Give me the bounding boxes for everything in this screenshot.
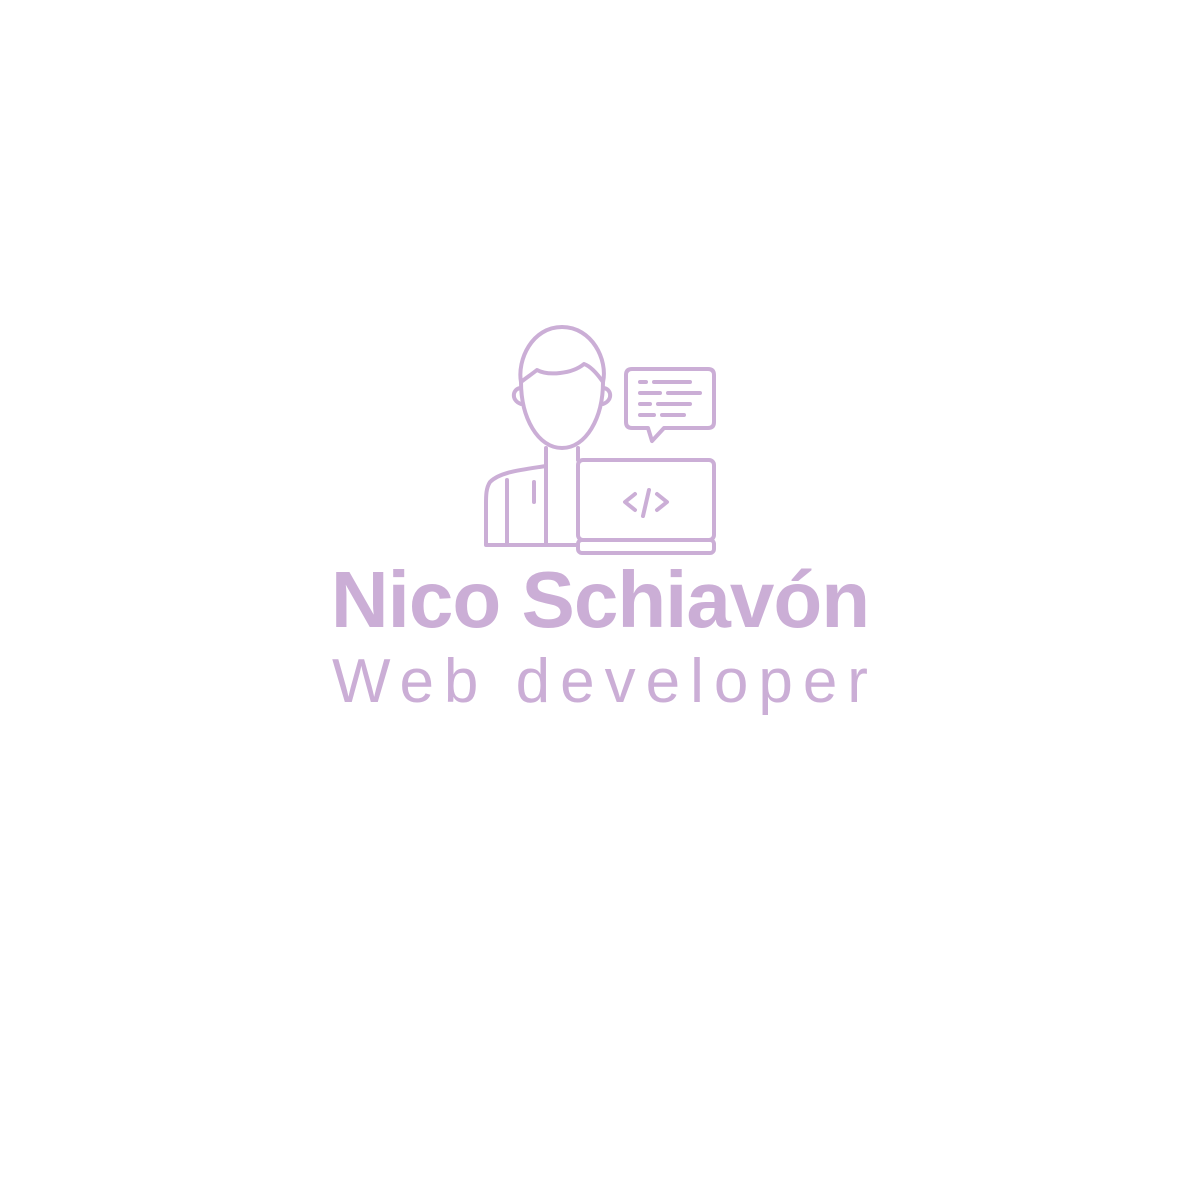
code-brackets-icon	[623, 488, 669, 518]
brand-name: Nico Schiavón	[330, 555, 870, 644]
brand-tagline: Web developer	[332, 647, 878, 716]
page: Nico Schiavón Web developer	[0, 0, 1200, 1200]
person-head-icon	[511, 325, 613, 450]
chat-bubble-icon	[624, 367, 716, 443]
developer-with-laptop-icon	[480, 320, 720, 560]
logo: Nico Schiavón Web developer	[0, 0, 1200, 1200]
person-body-icon	[484, 446, 580, 547]
